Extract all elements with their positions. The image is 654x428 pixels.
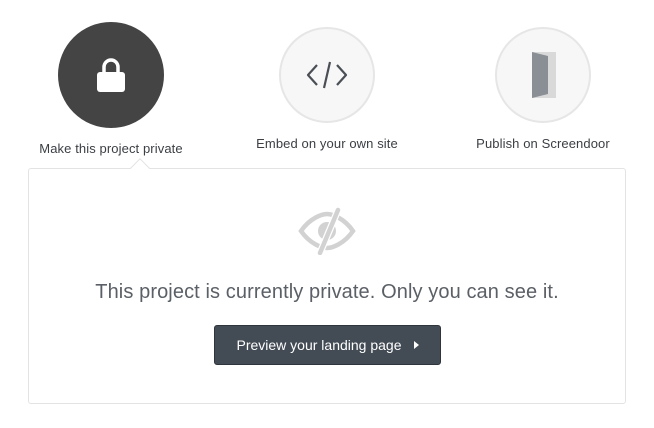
door-icon bbox=[532, 52, 556, 98]
code-icon bbox=[306, 61, 348, 89]
private-circle[interactable] bbox=[58, 22, 164, 128]
lock-icon bbox=[97, 58, 125, 92]
status-panel: This project is currently private. Only … bbox=[28, 158, 626, 404]
eye-hidden-icon bbox=[298, 207, 356, 256]
preview-landing-page-button[interactable]: Preview your landing page bbox=[214, 325, 441, 365]
option-label: Embed on your own site bbox=[256, 136, 398, 151]
option-make-private[interactable]: Make this project private bbox=[16, 22, 206, 156]
publish-circle[interactable] bbox=[495, 27, 591, 123]
option-label: Make this project private bbox=[39, 141, 183, 156]
panel-pointer bbox=[130, 158, 150, 178]
privacy-status-message: This project is currently private. Only … bbox=[95, 281, 559, 303]
option-embed[interactable]: Embed on your own site bbox=[232, 22, 422, 151]
preview-button-label: Preview your landing page bbox=[236, 337, 402, 353]
privacy-settings-page: Make this project private Embed on your … bbox=[0, 0, 654, 428]
embed-circle[interactable] bbox=[279, 27, 375, 123]
option-label: Publish on Screendoor bbox=[476, 136, 610, 151]
play-icon bbox=[413, 341, 419, 349]
option-publish[interactable]: Publish on Screendoor bbox=[448, 22, 638, 151]
